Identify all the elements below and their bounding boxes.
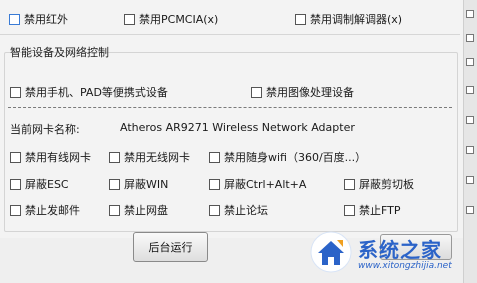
checkbox-box[interactable]	[10, 178, 21, 190]
checkbox-label: 禁止网盘	[124, 204, 168, 217]
checkbox-label: 禁止发邮件	[25, 204, 80, 217]
disable-infrared-checkbox[interactable]: 禁用红外	[9, 11, 68, 27]
side-checkbox[interactable]	[466, 34, 474, 42]
checkbox-label: 禁止FTP	[359, 204, 401, 217]
checkbox-box[interactable]	[295, 13, 306, 25]
checkbox-label: 屏蔽剪切板	[359, 178, 414, 191]
block-win-checkbox[interactable]: 屏蔽WIN	[109, 176, 168, 192]
checkbox-box[interactable]	[109, 204, 120, 216]
checkbox-box[interactable]	[124, 13, 135, 25]
disable-wireless-nic-checkbox[interactable]: 禁用无线网卡	[109, 149, 190, 165]
checkbox-box[interactable]	[209, 204, 220, 216]
checkbox-label: 禁用手机、PAD等便携式设备	[25, 86, 168, 99]
checkbox-label: 禁用无线网卡	[124, 151, 190, 164]
adapter-name-value: Atheros AR9271 Wireless Network Adapter	[120, 121, 355, 134]
group-title: 智能设备及网络控制	[10, 46, 109, 59]
checkbox-box[interactable]	[109, 178, 120, 190]
disable-modem-checkbox[interactable]: 禁用调制解调器(x)	[295, 11, 402, 27]
checkbox-label: 禁用红外	[24, 13, 68, 26]
checkbox-box[interactable]	[9, 13, 20, 25]
site-watermark: 系统之家 www.xitongzhijia.net	[310, 226, 470, 278]
checkbox-box[interactable]	[10, 86, 21, 98]
disable-portable-wifi-checkbox[interactable]: 禁用随身wifi（360/百度...）	[209, 149, 366, 165]
settings-panel: 禁用红外 禁用PCMCIA(x) 禁用调制解调器(x) 智能设备及网络控制 禁用…	[0, 0, 463, 238]
block-ftp-checkbox[interactable]: 禁止FTP	[344, 202, 401, 218]
checkbox-label: 屏蔽Ctrl+Alt+A	[224, 178, 307, 191]
checkbox-box[interactable]	[344, 204, 355, 216]
disable-wired-nic-checkbox[interactable]: 禁用有线网卡	[10, 149, 91, 165]
house-logo-icon	[310, 231, 352, 273]
watermark-title: 系统之家	[358, 237, 442, 262]
watermark-url: www.xitongzhijia.net	[358, 260, 452, 271]
checkbox-box[interactable]	[10, 151, 21, 163]
background-run-button[interactable]: 后台运行	[133, 232, 208, 262]
checkbox-label: 禁用调制解调器(x)	[310, 13, 403, 26]
checkbox-label: 禁用PCMCIA(x)	[139, 13, 219, 26]
checkbox-label: 禁用有线网卡	[25, 151, 91, 164]
checkbox-box[interactable]	[344, 178, 355, 190]
checkbox-box[interactable]	[209, 151, 220, 163]
checkbox-box[interactable]	[10, 204, 21, 216]
side-checkbox[interactable]	[466, 58, 474, 66]
block-netdisk-checkbox[interactable]: 禁止网盘	[109, 202, 168, 218]
checkbox-box[interactable]	[109, 151, 120, 163]
side-checkbox[interactable]	[466, 86, 474, 94]
block-forum-checkbox[interactable]: 禁止论坛	[209, 202, 268, 218]
top-options-row: 禁用红外 禁用PCMCIA(x) 禁用调制解调器(x)	[0, 0, 460, 35]
checkbox-label: 屏蔽ESC	[25, 178, 69, 191]
side-checkbox[interactable]	[466, 206, 474, 214]
block-esc-checkbox[interactable]: 屏蔽ESC	[10, 176, 69, 192]
checkbox-label: 屏蔽WIN	[124, 178, 169, 191]
checkbox-box[interactable]	[251, 86, 262, 98]
side-checkbox[interactable]	[466, 10, 474, 18]
side-checkbox[interactable]	[466, 146, 474, 154]
block-clipboard-checkbox[interactable]: 屏蔽剪切板	[344, 176, 414, 192]
adapter-name-label: 当前网卡名称:	[10, 123, 80, 136]
watermark-text-block: 系统之家 www.xitongzhijia.net	[358, 234, 452, 271]
disable-pcmcia-checkbox[interactable]: 禁用PCMCIA(x)	[124, 11, 218, 27]
dashed-divider	[8, 107, 452, 108]
block-ctrl-alt-a-checkbox[interactable]: 屏蔽Ctrl+Alt+A	[209, 176, 306, 192]
block-email-checkbox[interactable]: 禁止发邮件	[10, 202, 80, 218]
side-checkbox[interactable]	[466, 116, 474, 124]
side-checkbox[interactable]	[466, 176, 474, 184]
checkbox-label: 禁用随身wifi（360/百度...）	[224, 151, 367, 164]
disable-portable-devices-checkbox[interactable]: 禁用手机、PAD等便携式设备	[10, 84, 168, 100]
checkbox-label: 禁用图像处理设备	[266, 86, 354, 99]
checkbox-label: 禁止论坛	[224, 204, 268, 217]
checkbox-box[interactable]	[209, 178, 220, 190]
disable-imaging-devices-checkbox[interactable]: 禁用图像处理设备	[251, 84, 354, 100]
